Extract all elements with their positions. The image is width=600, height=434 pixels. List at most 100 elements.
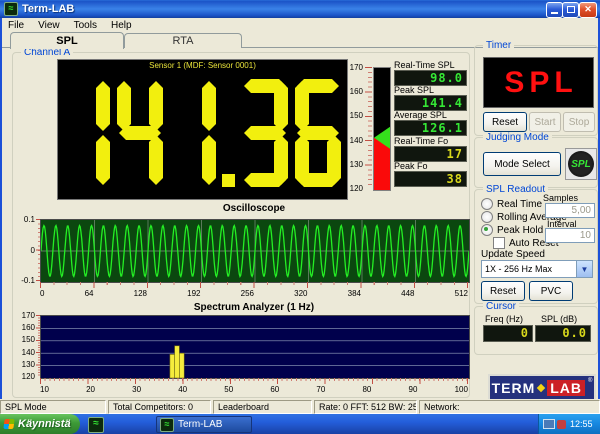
menu-bar: File View Tools Help [2, 18, 598, 32]
readout-label: Real-Time SPL [394, 60, 455, 70]
menu-file[interactable]: File [2, 20, 30, 31]
windows-flag-icon [3, 419, 15, 429]
spectrum-x-ticks [40, 378, 468, 384]
interval-field[interactable]: 10 [545, 228, 595, 243]
pvc-button[interactable]: PVC [529, 281, 573, 301]
update-speed-label: Update Speed [481, 249, 545, 260]
oscilloscope-title: Oscilloscope [222, 203, 286, 214]
timer-start-button[interactable]: Start [529, 112, 561, 132]
meter-tick-marks [365, 67, 372, 189]
update-speed-value: 1X - 256 Hz Max [485, 264, 553, 274]
timer-reset-button[interactable]: Reset [483, 112, 527, 132]
timer-display: SPL [483, 57, 594, 108]
taskbar-task-termlab[interactable]: ≈ Term-LAB [156, 416, 252, 433]
menu-help[interactable]: Help [105, 20, 138, 31]
readout-led-display: 141.4 [394, 95, 467, 111]
radio-icon [481, 211, 493, 223]
readout-led-display: 17 [394, 146, 467, 162]
readout-label: Peak Fo [394, 161, 428, 171]
termlab-window: ≈ Term-LAB ✕ File View Tools Help SPL RT… [0, 0, 600, 434]
radio-selected-icon [481, 224, 493, 236]
checkbox-icon [493, 237, 505, 249]
readout-realtime-fo: Real-Time Fo 17 [394, 136, 467, 162]
cursor-spl-label: SPL (dB) [541, 314, 578, 324]
cursor-group: Cursor Freq (Hz) SPL (dB) 0 0.0 [474, 301, 598, 355]
tray-display-icon[interactable] [543, 419, 555, 429]
quicklaunch-termlab-icon[interactable]: ≈ [88, 417, 104, 433]
radio-real-time[interactable]: Real Time [481, 198, 542, 210]
start-button[interactable]: Käynnistä [0, 414, 80, 434]
mode-select-button[interactable]: Mode Select [483, 152, 561, 176]
readout-label: Average SPL [394, 110, 447, 120]
judging-mode-label: Judging Mode [483, 132, 552, 143]
system-tray: 12:55 [538, 414, 600, 434]
readout-led-display: 38 [394, 171, 467, 187]
meter-scale-labels: 170 160 150 140 130 120 [349, 63, 363, 193]
spectrum-y-labels: 170 160 150 140 130 120 [21, 311, 35, 381]
radio-peak-hold[interactable]: Peak Hold [481, 224, 543, 236]
spl-main-value [58, 75, 347, 189]
menu-view[interactable]: View [32, 20, 66, 31]
spl-readout-label: SPL Readout [483, 184, 549, 195]
start-button-label: Käynnistä [18, 418, 71, 430]
channel-a-group: Channel A Sensor 1 (MDF: Sensor 0001) 17… [12, 47, 470, 398]
readout-led-display: 126.1 [394, 120, 467, 136]
samples-label: Samples [543, 193, 579, 203]
tab-spl[interactable]: SPL [10, 32, 124, 49]
menu-tools[interactable]: Tools [68, 20, 103, 31]
logo-term-text: TERM [491, 379, 536, 396]
spl-level-meter [373, 67, 391, 191]
spl-main-display: Sensor 1 (MDF: Sensor 0001) [57, 59, 348, 200]
readout-label: Peak SPL [394, 85, 435, 95]
oscilloscope-x-ticks [40, 282, 468, 288]
chevron-down-icon[interactable]: ▼ [576, 261, 592, 277]
tray-status-icon[interactable] [557, 419, 566, 429]
restore-button[interactable] [562, 2, 579, 18]
app-icon[interactable]: ≈ [4, 2, 18, 16]
tray-clock: 12:55 [570, 419, 593, 429]
task-label: Term-LAB [178, 419, 223, 430]
termlab-icon: ≈ [160, 417, 174, 432]
spl-logo-text: SPL [568, 151, 594, 177]
oscilloscope-x-labels: 0 64 128 192 256 320 384 448 512 [40, 289, 468, 298]
spl-readout-group: SPL Readout Real Time Rolling Average Pe… [474, 184, 598, 304]
readout-realtime-spl: Real-Time SPL 98.0 [394, 60, 467, 86]
spectrum-plot [40, 315, 470, 379]
minimize-icon [551, 12, 558, 14]
status-leaderboard: Leaderboard [213, 400, 312, 414]
spl-readout-reset-button[interactable]: Reset [481, 281, 525, 301]
logo-lab-text: LAB [547, 379, 586, 396]
status-bar: SPL Mode Total Competitors: 0 Leaderboar… [0, 399, 600, 414]
termlab-brand-logo: TERM LAB ® [488, 374, 596, 401]
readout-average-spl: Average SPL 126.1 [394, 110, 467, 136]
restore-icon [566, 6, 575, 13]
oscilloscope-plot [40, 219, 470, 283]
taskbar: Käynnistä ≈ ≈ Term-LAB 12:55 [0, 414, 600, 434]
radio-label: Real Time [497, 198, 543, 210]
readout-label: Real-Time Fo [394, 136, 449, 146]
cursor-label: Cursor [483, 301, 520, 312]
tab-rta[interactable]: RTA [124, 33, 242, 48]
oscilloscope-y-labels: 0.1 0 -0.1 [21, 215, 35, 285]
cursor-freq-display: 0 [483, 325, 533, 342]
update-speed-combo[interactable]: 1X - 256 Hz Max ▼ [481, 260, 593, 278]
timer-group: Timer SPL Reset Start Stop [474, 40, 598, 136]
sensor-label: Sensor 1 (MDF: Sensor 0001) [149, 61, 256, 70]
spl-logo: SPL [565, 148, 597, 180]
logo-registered-mark: ® [588, 378, 593, 384]
readout-peak-spl: Peak SPL 141.4 [394, 85, 467, 111]
minimize-button[interactable] [546, 2, 563, 18]
window-title: Term-LAB [22, 3, 75, 15]
status-competitors: Total Competitors: 0 [108, 400, 211, 414]
radio-icon [481, 198, 493, 210]
timer-stop-button[interactable]: Stop [563, 112, 595, 132]
radio-label: Peak Hold [497, 224, 544, 236]
title-bar: ≈ Term-LAB ✕ [0, 0, 600, 18]
spectrum-title: Spectrum Analyzer (1 Hz) [193, 302, 315, 313]
window-frame-left [0, 18, 2, 414]
spectrum-x-labels: 10 20 30 40 50 60 70 80 90 100 [40, 385, 468, 394]
close-button[interactable]: ✕ [579, 2, 597, 18]
status-rate: Rate: 0 FFT: 512 BW: 256 Hz [314, 400, 417, 414]
samples-field[interactable]: 5,00 [545, 203, 595, 218]
readout-led-display: 98.0 [394, 70, 467, 86]
